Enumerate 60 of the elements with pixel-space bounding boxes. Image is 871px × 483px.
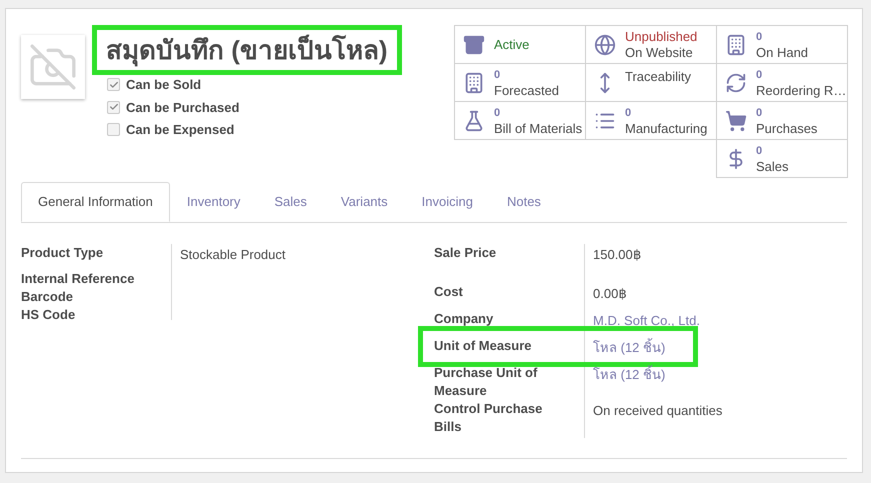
field-value: 150.00฿ — [593, 247, 641, 262]
field-label: HS Code — [21, 306, 76, 324]
tab[interactable]: Notes — [490, 182, 558, 222]
checkbox[interactable] — [107, 78, 120, 92]
field-label: Purchase Unit of Measure — [434, 364, 538, 400]
globe-icon — [594, 34, 616, 56]
checkbox-label: Can be Sold — [126, 76, 202, 94]
refresh-icon — [725, 72, 747, 94]
flask-icon — [463, 110, 485, 132]
checkbox[interactable] — [107, 123, 120, 136]
field-value: Stockable Product — [180, 247, 286, 262]
field-label: Sale Price — [434, 244, 498, 262]
archive-icon — [463, 34, 485, 56]
product-title: สมุดบันทึก (ขายเป็นโหล) — [106, 34, 388, 68]
stat-label: Reordering R… — [756, 82, 846, 98]
tab[interactable]: Variants — [324, 182, 405, 222]
status-value: Unpublished — [625, 28, 698, 44]
stat-count: 0 — [625, 106, 632, 120]
stat-label: Manufacturing — [625, 120, 708, 136]
stat-count: 0 — [756, 144, 764, 158]
field-link[interactable]: โหล (12 ชิ้น) — [593, 367, 666, 382]
stat-button[interactable]: 0 Bill of Materials — [454, 101, 586, 140]
field-label: Product Type — [21, 244, 104, 262]
status-label: Active — [494, 36, 530, 54]
field-label: Barcode — [21, 288, 74, 306]
checkbox-label: Can be Expensed — [126, 121, 234, 139]
stat-count: 0 — [756, 106, 764, 120]
field-label: Unit of Measure — [434, 337, 533, 355]
stat-label: Traceability — [625, 68, 691, 86]
stat-count: 0 — [756, 68, 764, 82]
field-value: 0.00฿ — [593, 286, 626, 301]
stat-button[interactable]: 0 Sales — [716, 139, 848, 178]
field-value: On received quantities — [593, 403, 722, 418]
building-icon — [725, 34, 747, 56]
stat-label: Forecasted — [494, 82, 560, 98]
checkbox-label: Can be Purchased — [126, 98, 240, 116]
stat-label: Purchases — [756, 120, 818, 136]
tab[interactable]: Invoicing — [404, 182, 490, 222]
stat-label: On Hand — [756, 44, 808, 60]
field-link[interactable]: M.D. Soft Co., Ltd. — [593, 313, 700, 328]
tab[interactable]: General Information — [21, 182, 170, 222]
stat-count: 0 — [494, 68, 502, 82]
stat-label: Sales — [756, 158, 789, 174]
field-label: Control Purchase Bills — [434, 400, 544, 436]
tab[interactable]: Inventory — [170, 182, 258, 222]
field-label: Internal Reference — [21, 270, 136, 288]
field-link[interactable]: โหล (12 ชิ้น) — [593, 340, 666, 355]
checkbox[interactable] — [107, 100, 120, 114]
building-icon — [463, 72, 485, 94]
stat-count: 0 — [494, 106, 502, 120]
field-label: Cost — [434, 283, 464, 301]
stat-label: On Website — [625, 44, 694, 60]
cart-icon — [725, 110, 747, 132]
no-camera-icon — [28, 42, 78, 92]
stat-button[interactable]: 0 On Hand — [716, 25, 848, 64]
stat-label: Bill of Materials — [494, 120, 582, 136]
tab[interactable]: Sales — [257, 182, 324, 222]
stat-count: 0 — [756, 30, 764, 44]
stat-button[interactable]: Active — [454, 25, 586, 64]
field-label: Company — [434, 310, 494, 328]
